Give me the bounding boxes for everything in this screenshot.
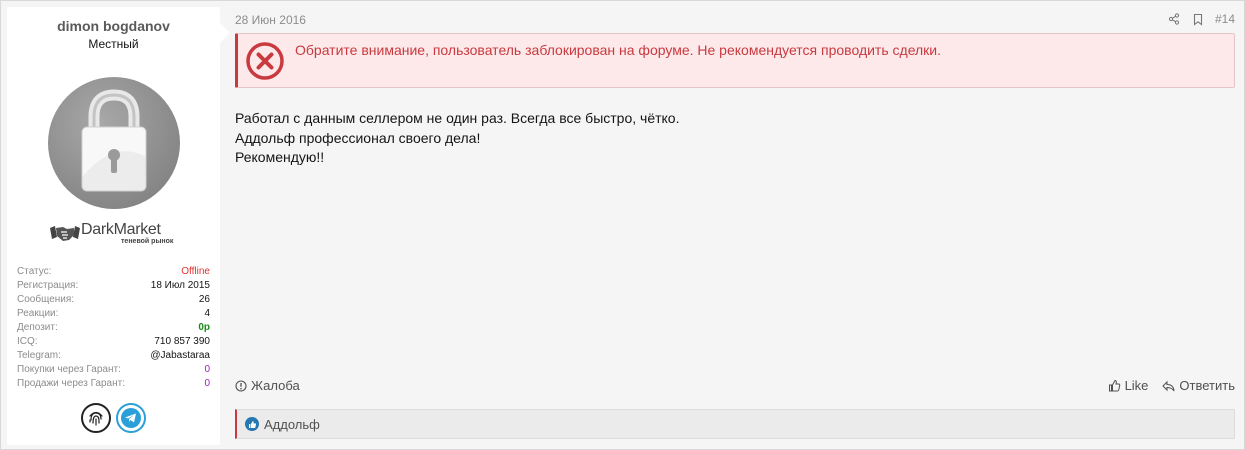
post-date-link[interactable]: 28 Июн 2016 [235,13,306,27]
stat-guarantor-sales: Продажи через Гарант: 0 [17,378,210,389]
fingerprint-icon [89,411,103,426]
darkmarket-logo: DarkMarket теневой рынок [49,221,181,247]
post-main: 28 Июн 2016 #14 Обратите внимание, польз… [235,7,1235,445]
logo-text: DarkMarket [81,221,161,238]
lock-icon [81,89,147,192]
post-message: Работал с данным селлером не один раз. В… [235,109,679,168]
reply-label: Ответить [1179,378,1235,393]
post-footer-left: Жалоба [235,378,300,393]
fingerprint-button[interactable] [81,403,111,433]
user-avatar[interactable] [48,77,180,209]
handshake-icon [50,226,80,241]
message-line: Рекомендую!! [235,149,325,165]
message-line: Работал с данным селлером не один раз. В… [235,110,680,126]
user-info-panel: dimon bogdanov Местный DarkMarket тенево [7,7,230,445]
reply-button[interactable]: Ответить [1162,378,1235,393]
like-button[interactable]: Like [1108,378,1149,393]
post-footer-right: Like Ответить [1108,378,1235,393]
report-label: Жалоба [251,378,300,393]
logo-subtitle: теневой рынок [121,238,174,245]
stat-status: Статус: Offline [17,266,210,277]
like-reaction-icon [245,417,259,431]
stat-guarantor-purchases: Покупки через Гарант: 0 [17,364,210,375]
report-button[interactable]: Жалоба [235,378,300,393]
user-title: Местный [88,37,139,51]
like-label: Like [1124,378,1149,393]
stat-registration: Регистрация: 18 Июл 2015 [17,280,210,291]
user-stats: Статус: Offline Регистрация: 18 Июл 2015… [17,265,210,391]
stat-messages: Сообщения: 26 [17,294,210,305]
bookmark-icon[interactable] [1191,12,1205,26]
post-actions: #14 [1167,12,1235,26]
thumbs-up-icon [1108,379,1120,392]
share-icon[interactable] [1167,12,1181,26]
stat-reactions: Реакции: 4 [17,308,210,319]
stat-icq: ICQ: 710 857 390 [17,336,210,347]
report-icon [235,379,247,392]
error-x-icon [246,42,284,80]
blocked-user-warning: Обратите внимание, пользователь заблокир… [235,33,1235,88]
telegram-button[interactable] [116,403,146,433]
username-link[interactable]: dimon bogdanov [7,18,220,34]
post-number-link[interactable]: #14 [1215,12,1235,26]
user-contacts [81,403,146,433]
message-line: Аддольф профессионал своего дела! [235,129,481,146]
reply-icon [1162,380,1175,391]
reactions-bar: Аддольф [235,409,1235,439]
stat-telegram: Telegram: @Jabastaraa [17,350,210,361]
reaction-user-link[interactable]: Аддольф [264,417,320,432]
telegram-icon [121,408,141,428]
stat-deposit: Депозит: 0р [17,322,210,333]
forum-post: dimon bogdanov Местный DarkMarket тенево [0,0,1245,450]
panel-arrow [220,23,230,43]
warning-text: Обратите внимание, пользователь заблокир… [295,42,942,58]
